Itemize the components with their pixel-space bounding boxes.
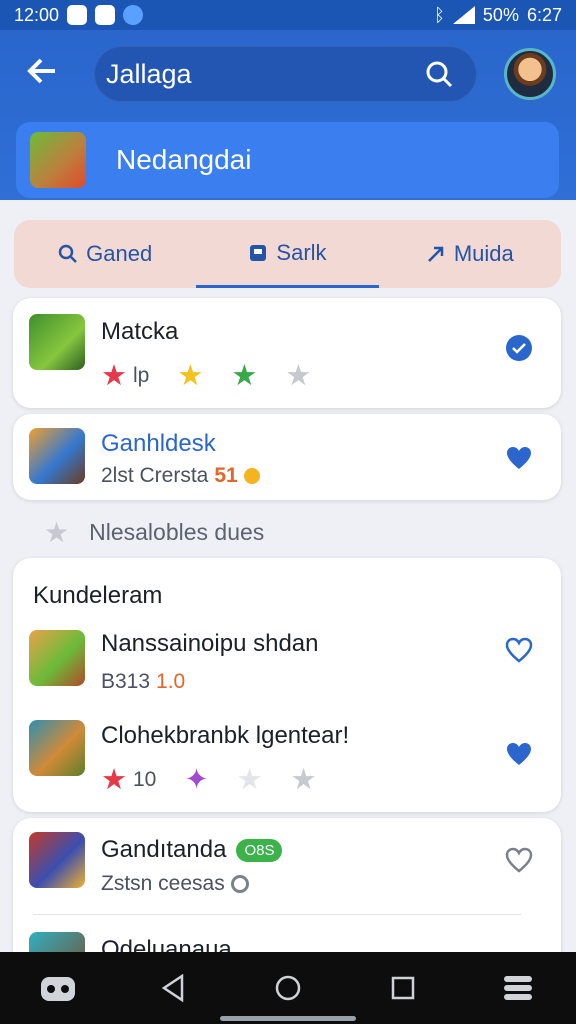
signal-icon — [452, 6, 475, 24]
triangle-back-icon — [161, 974, 184, 1002]
check-circle-icon[interactable] — [505, 334, 533, 362]
bluetooth-icon: ᛒ — [434, 4, 445, 25]
arrow-icon — [427, 246, 444, 262]
tab-bar: Ganed Sarlk Muida — [14, 220, 561, 288]
game-title: Clohekbranbk lgentear! — [101, 722, 350, 749]
system-nav-bar — [0, 952, 576, 1024]
app-icon-button[interactable] — [38, 968, 78, 1008]
star-icon: ★ — [177, 360, 204, 392]
game-title: Gandıtanda O8S — [101, 836, 283, 864]
location-icon — [123, 5, 144, 25]
divider — [33, 914, 521, 915]
status-badge: O8S — [236, 839, 283, 863]
menu-icon — [504, 976, 533, 1000]
star-icon: ★ — [236, 764, 263, 796]
list-item[interactable]: Nanssainoipu shdan B313 1.0 — [13, 626, 561, 716]
game-title: Nanssainoipu shdan — [101, 630, 319, 657]
subtitle-text: 2lst Crersta — [101, 464, 209, 487]
tab-label: Sarlk — [276, 239, 327, 265]
game-title: Ganhldesk — [101, 430, 216, 457]
clock-left: 12:00 — [14, 4, 60, 25]
featured-banner[interactable]: Nedangdai — [16, 122, 559, 198]
section-card: Kundeleram Nanssainoipu shdan B313 1.0 C… — [13, 558, 561, 812]
subtitle-text: B313 — [101, 670, 151, 693]
list-item[interactable]: Gandıtanda O8S Zstsn ceesas — [13, 830, 561, 920]
subtitle-number: 51 — [214, 464, 238, 487]
coin-icon — [243, 468, 260, 484]
tab-label: Muida — [453, 241, 514, 266]
section-title: Kundeleram — [33, 582, 163, 609]
star-rating: ★ lp ★ ★ ★ — [101, 358, 311, 393]
app-logo — [30, 132, 86, 188]
star-icon: ★ — [101, 764, 127, 796]
game-card-2[interactable]: Ganhldesk 2lst Crersta 51 — [13, 414, 561, 500]
star-icon: ★ — [231, 360, 258, 392]
menu-nav-button[interactable] — [498, 968, 538, 1008]
circle-home-icon — [275, 975, 301, 1001]
battery-text: 50% — [482, 4, 519, 25]
app-notification-icon — [95, 5, 116, 25]
search-bar[interactable]: Jallaga — [94, 46, 477, 102]
heart-outline-icon[interactable] — [505, 636, 533, 664]
star-icon: ★ — [44, 517, 70, 548]
game-subtitle: Zstsn ceesas — [101, 872, 249, 896]
tab-muida[interactable]: Muida — [379, 220, 561, 288]
game-thumbnail — [29, 630, 85, 686]
star-icon: ★ — [290, 764, 317, 796]
game-thumbnail — [29, 314, 85, 370]
game-controller-icon — [40, 977, 75, 1001]
list-item[interactable]: Clohekbranbk lgentear! ★ 10 ✦ ★ ★ — [13, 718, 561, 808]
note-text: Nlesalobles dues — [89, 519, 265, 545]
banner-title: Nedangdai — [116, 144, 252, 175]
game-thumbnail — [29, 832, 85, 888]
section-note: ★ Nlesalobles dues — [44, 516, 264, 549]
clock-icon — [230, 875, 249, 893]
game-thumbnail — [29, 720, 85, 776]
game-subtitle: 2lst Crersta 51 — [101, 464, 260, 488]
square-recents-icon — [391, 976, 415, 1000]
user-avatar[interactable] — [504, 48, 556, 100]
star-icon: ★ — [285, 360, 312, 392]
tab-ganed[interactable]: Ganed — [14, 220, 196, 288]
rating-text: 10 — [133, 767, 157, 791]
gesture-bar[interactable] — [220, 1016, 356, 1021]
home-nav-button[interactable] — [268, 968, 308, 1008]
tab-label: Ganed — [86, 241, 153, 266]
game-thumbnail — [29, 428, 85, 484]
search-icon — [58, 244, 78, 263]
gamepad-icon — [250, 244, 267, 261]
game-title: Matcka — [101, 318, 179, 345]
star-rating: ★ 10 ✦ ★ ★ — [101, 762, 317, 797]
back-nav-button[interactable] — [153, 968, 193, 1008]
status-bar: 12:00 ᛒ 50% 6:27 — [0, 0, 576, 30]
back-button[interactable] — [22, 54, 62, 94]
clock-right: 6:27 — [526, 4, 562, 25]
arrow-back-icon — [27, 58, 55, 84]
search-icon[interactable] — [425, 60, 453, 88]
tab-sarlk[interactable]: Sarlk — [196, 220, 379, 288]
star-icon: ★ — [101, 360, 127, 392]
title-text: Gandıtanda — [101, 836, 227, 863]
subtitle-text: Zstsn ceesas — [101, 872, 225, 895]
recents-nav-button[interactable] — [383, 968, 423, 1008]
rating-text: lp — [133, 363, 150, 387]
game-card-1[interactable]: Matcka ★ lp ★ ★ ★ — [13, 298, 561, 408]
notification-icon — [67, 5, 88, 25]
gem-icon: ✦ — [184, 764, 209, 796]
search-input[interactable]: Jallaga — [106, 59, 192, 90]
heart-icon[interactable] — [505, 740, 533, 768]
heart-outline-icon[interactable] — [505, 846, 533, 874]
subtitle-extra: 1.0 — [156, 670, 186, 693]
game-subtitle: B313 1.0 — [101, 670, 185, 694]
heart-icon[interactable] — [505, 444, 533, 472]
